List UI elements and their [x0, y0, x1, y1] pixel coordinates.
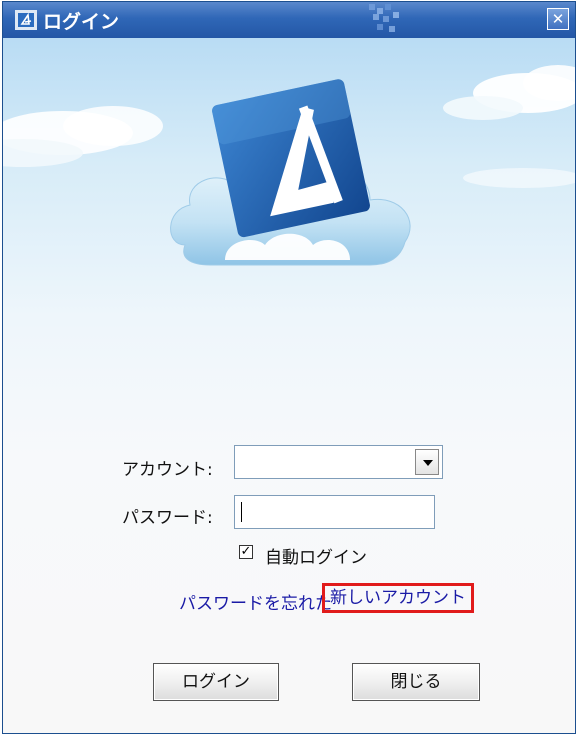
account-label: アカウント: — [122, 460, 213, 480]
window-title: ログイン — [43, 11, 120, 33]
titlebar-decoration — [369, 4, 399, 32]
app-logo-icon — [15, 10, 37, 30]
text-caret — [241, 502, 242, 522]
dialog-content: アカウント: パスワード: ✓ 自動ログイン パスワードを忘れた 新しいアカウン… — [3, 38, 575, 733]
password-input[interactable] — [234, 495, 435, 529]
account-combobox[interactable] — [234, 445, 443, 479]
password-label: パスワード: — [122, 508, 213, 528]
dropdown-arrow-icon[interactable] — [415, 449, 439, 475]
close-button[interactable]: 閉じる — [352, 663, 480, 701]
login-button[interactable]: ログイン — [153, 663, 279, 701]
checkbox-check-icon: ✓ — [240, 544, 252, 559]
login-window: ログイン ✕ アカウント: パスワード: ✓ 自動ログイン パスワードを忘れた … — [2, 1, 576, 734]
title-bar[interactable]: ログイン ✕ — [3, 2, 575, 38]
auto-login-checkbox[interactable]: ✓ — [239, 545, 253, 559]
cloud-logo — [170, 79, 411, 266]
forgot-password-link[interactable]: パスワードを忘れた — [179, 589, 332, 614]
new-account-link[interactable]: 新しいアカウント — [322, 583, 474, 613]
auto-login-label[interactable]: 自動ログイン — [265, 543, 367, 568]
close-icon[interactable]: ✕ — [547, 8, 569, 30]
